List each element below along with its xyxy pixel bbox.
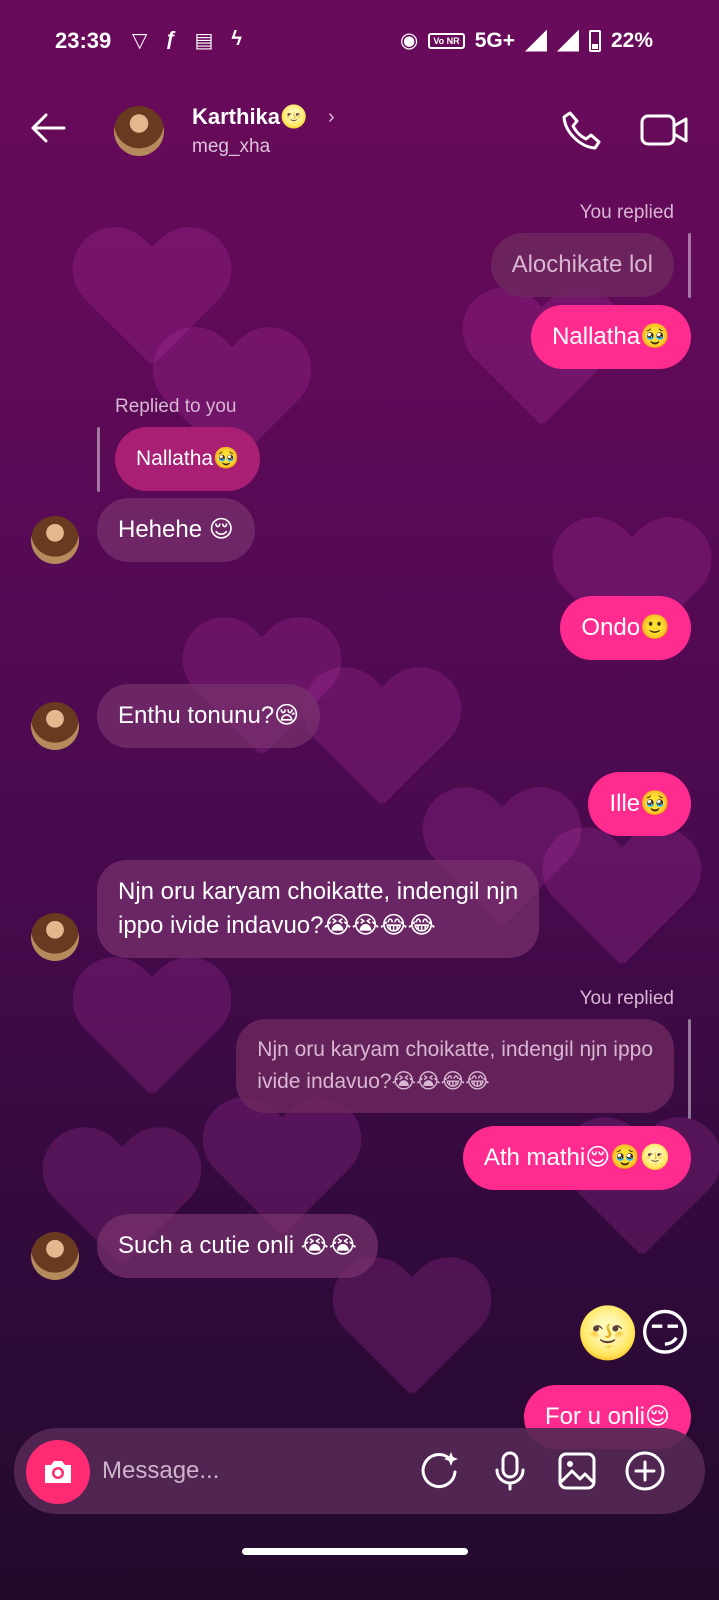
sticker-button[interactable] <box>419 1450 461 1492</box>
emoji-message[interactable]: 🌝😏 <box>577 1303 691 1363</box>
vpn-icon: ▽ <box>132 30 148 52</box>
contact-avatar[interactable] <box>114 106 164 156</box>
camera-icon <box>45 1461 71 1483</box>
arrow-left-icon <box>31 113 66 143</box>
incoming-message[interactable]: Such a cutie onli 😭😭 <box>97 1214 378 1278</box>
sender-avatar[interactable] <box>31 702 79 750</box>
status-system-icons: ◉ Vo NR 5G+ 22% <box>400 28 653 53</box>
quoted-message[interactable]: Alochikate lol <box>490 233 674 297</box>
outgoing-message[interactable]: Nallatha🥹 <box>531 305 691 369</box>
reply-bar <box>688 233 691 298</box>
contact-name[interactable]: Karthika🌝 <box>192 104 307 130</box>
plus-circle-icon <box>625 1451 665 1491</box>
network-type: 5G+ <box>474 28 515 52</box>
incoming-message[interactable]: Enthu tonunu?😪 <box>97 684 321 748</box>
message-input[interactable] <box>102 1448 402 1494</box>
incoming-message[interactable]: Hehehe 😌 <box>97 498 255 562</box>
video-call-button[interactable] <box>640 110 690 150</box>
flipkart-icon: ƒ <box>165 28 177 50</box>
reply-label: You replied <box>579 988 674 1009</box>
status-bar: 23:39 ▽ ƒ ▤ ϟ ◉ Vo NR 5G+ 22% <box>0 0 719 84</box>
news-icon: ▤ <box>194 30 214 52</box>
sender-avatar[interactable] <box>31 1232 79 1280</box>
outgoing-message[interactable]: Ille🥹 <box>588 772 691 836</box>
sparkle-sticker-icon <box>421 1452 458 1489</box>
sender-avatar[interactable] <box>31 913 79 961</box>
reply-label: Replied to you <box>115 396 237 417</box>
reply-bar <box>97 427 100 492</box>
voice-call-button[interactable] <box>558 108 604 154</box>
status-time: 23:39 <box>55 28 112 53</box>
incoming-message[interactable]: Njn oru karyam choikatte, indengil njn i… <box>97 860 540 958</box>
reply-bar <box>688 1019 691 1119</box>
signal-icon <box>557 30 579 52</box>
chevron-right-icon[interactable]: › <box>328 106 335 129</box>
message-thread: You replied Alochikate lol Nallatha🥹 Rep… <box>0 0 719 1600</box>
image-gallery-icon <box>558 1452 596 1490</box>
battery-percent: 22% <box>610 28 653 52</box>
camera-button[interactable] <box>26 1440 90 1504</box>
signal-icon <box>525 30 547 52</box>
battery-icon <box>588 29 601 52</box>
voice-message-button[interactable] <box>489 1450 531 1492</box>
quoted-message[interactable]: Njn oru karyam choikatte, indengil njn i… <box>236 1019 674 1113</box>
reply-label: You replied <box>579 202 674 223</box>
message-composer <box>14 1428 705 1514</box>
microphone-icon <box>495 1451 525 1491</box>
volte-icon: Vo NR <box>428 32 465 49</box>
sender-avatar[interactable] <box>31 516 79 564</box>
back-button[interactable] <box>28 108 68 155</box>
home-indicator[interactable] <box>242 1548 468 1555</box>
charging-icon: ϟ <box>231 28 243 50</box>
outgoing-message[interactable]: Ath mathi😌🥹🌝 <box>462 1126 691 1190</box>
quoted-message[interactable]: Nallatha🥹 <box>115 427 261 491</box>
phone-icon <box>562 111 601 150</box>
gallery-button[interactable] <box>556 1450 598 1492</box>
outgoing-message[interactable]: Ondo🙂 <box>560 596 691 660</box>
status-notification-icons: ▽ ƒ ▤ ϟ <box>132 28 242 53</box>
more-options-button[interactable] <box>624 1450 666 1492</box>
contact-username[interactable]: meg_xha <box>192 136 270 158</box>
video-camera-icon <box>640 114 688 146</box>
chat-header: Karthika🌝 › meg_xha <box>0 88 719 178</box>
hotspot-icon: ◉ <box>400 29 419 52</box>
